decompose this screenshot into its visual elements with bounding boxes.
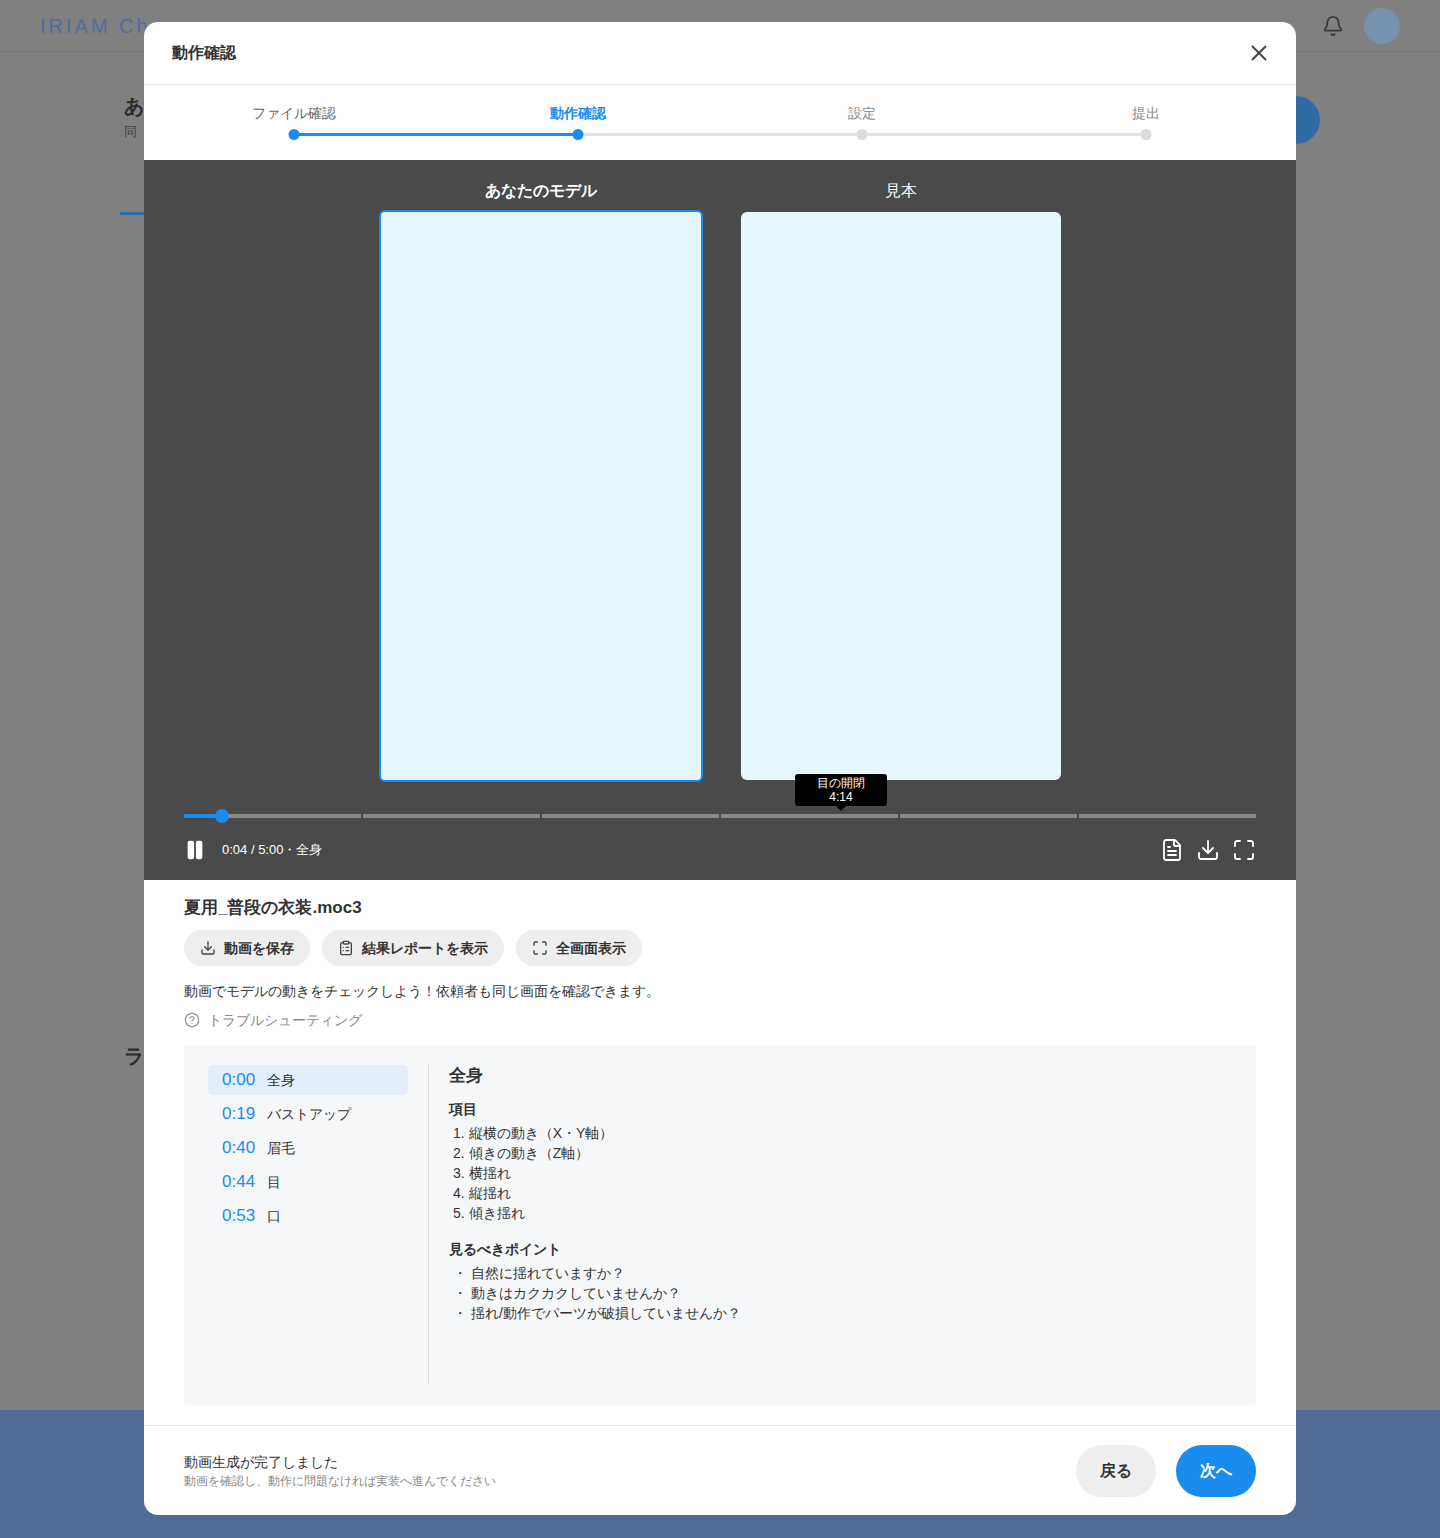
report-icon [338,940,354,956]
timeline-thumb[interactable] [215,809,229,823]
report-icon[interactable] [1160,838,1184,862]
video-player: あなたのモデル 見本目の開閉4:14 0:04 / 5:00・全身 [144,160,1296,880]
check-item: 3.横揺れ [449,1163,741,1183]
page: IRIAM Chaあ同ラ動作確認ファイル確認動作確認設定提出あなたのモデル見本目… [0,0,1440,1538]
timeline-segment[interactable] [721,814,898,818]
file-name: 夏用_普段の衣装.moc3 [184,896,1256,920]
chapter-item[interactable]: 0:44目 [208,1167,408,1197]
action-button[interactable]: 結果レポートを表示 [322,930,504,966]
preview-label: 見本 [885,180,917,202]
back-button[interactable]: 戻る [1076,1445,1156,1497]
check-item: 4.縦揺れ [449,1183,741,1203]
timeline-tooltip: 目の開閉4:14 [795,774,887,806]
dialog-footer: 動画生成が完了しました動画を確認し、動作に問題なければ実装へ進んでください 戻る次… [144,1426,1296,1515]
check-point: ・動きはカクカクしていませんか？ [449,1283,741,1303]
dialog: 動作確認ファイル確認動作確認設定提出あなたのモデル見本目の開閉4:140:04 … [144,22,1296,1515]
footer-hint: 動画を確認し、動作に問題なければ実装へ進んでください [184,1472,496,1490]
download-icon[interactable] [1196,838,1220,862]
time-display: 0:04 / 5:00・全身 [222,840,322,860]
next-button[interactable]: 次へ [1176,1445,1256,1497]
timeline-segment[interactable] [1079,814,1256,818]
step-dot [573,129,584,140]
step-dot [289,129,300,140]
timeline-segment[interactable] [900,814,1077,818]
bell-icon[interactable] [1322,15,1344,37]
fullscreen-icon[interactable] [1232,838,1256,862]
page-heading: あ [124,94,144,118]
chapter-item[interactable]: 0:40眉毛 [208,1133,408,1163]
stepper: ファイル確認動作確認設定提出 [144,85,1296,160]
step-dot [1141,129,1152,140]
avatar[interactable] [1364,8,1400,44]
page-subtitle: 同 [124,122,144,142]
preview-label: あなたのモデル [485,180,597,202]
timeline[interactable]: 目の開閉4:14 [184,814,1256,818]
help-link[interactable]: トラブルシューティング [184,1010,1256,1030]
chapter-box: 0:00全身 0:19バストアップ 0:40眉毛 0:44目 0:53口 全身項目 1.縦横… [184,1045,1256,1405]
player-controls: 0:04 / 5:00・全身 [184,838,1256,862]
points-heading: 見るべきポイント [449,1239,741,1259]
action-button[interactable]: 全画面表示 [516,930,642,966]
step: 設定 [720,103,1004,160]
preview-column: あなたのモデル [379,180,703,782]
check-item: 2.傾きの動き（Z軸） [449,1143,741,1163]
items-heading: 項目 [449,1099,741,1119]
check-item: 5.傾き揺れ [449,1203,741,1223]
model-preview[interactable] [741,212,1061,780]
help-icon [184,1012,200,1028]
chapter-detail: 全身項目 1.縦横の動き（X・Y軸）2.傾きの動き（Z軸）3.横揺れ4.縦揺れ5.… [429,1065,741,1385]
check-point: ・自然に揺れていますか？ [449,1263,741,1283]
detail-title: 全身 [449,1065,741,1087]
check-point: ・揺れ/動作でパーツが破損していませんか？ [449,1303,741,1323]
close-icon[interactable] [1246,40,1272,66]
timeline-segment[interactable] [542,814,719,818]
action-button[interactable]: 動画を保存 [184,930,310,966]
chapter-item[interactable]: 0:00全身 [208,1065,408,1095]
dialog-title: 動作確認 [172,41,236,65]
fullscreen-icon [532,940,548,956]
step: ファイル確認 [152,103,436,160]
chapter-list: 0:00全身 0:19バストアップ 0:40眉毛 0:44目 0:53口 [208,1065,408,1385]
step-dot [857,129,868,140]
preview-column: 見本 [741,180,1061,780]
chapter-item[interactable]: 0:19バストアップ [208,1099,408,1129]
download-icon [200,940,216,956]
dialog-header: 動作確認 [144,22,1296,85]
description: 動画でモデルの動きをチェックしよう！依頼者も同じ画面を確認できます。 [184,980,1256,1002]
step: 提出 [1004,103,1288,160]
info-section: 夏用_普段の衣装.moc3 動画を保存結果レポートを表示全画面表示動画でモデルの動… [144,880,1296,1426]
footer-status: 動画生成が完了しました [184,1452,496,1472]
check-item: 1.縦横の動き（X・Y軸） [449,1123,741,1143]
step: 動作確認 [436,103,720,160]
chapter-item[interactable]: 0:53口 [208,1201,408,1231]
model-preview[interactable] [379,210,703,782]
pause-icon[interactable] [184,839,206,861]
timeline-segment[interactable] [363,814,540,818]
